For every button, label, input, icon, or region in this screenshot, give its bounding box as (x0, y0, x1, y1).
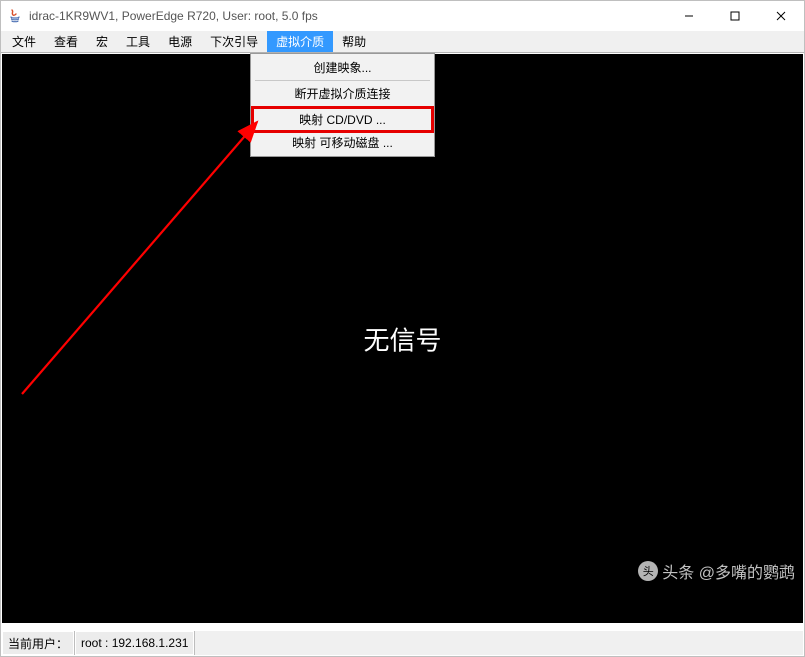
menu-view[interactable]: 查看 (45, 31, 87, 52)
close-button[interactable] (758, 1, 804, 31)
minimize-button[interactable] (666, 1, 712, 31)
virtual-media-dropdown: 创建映象... 断开虚拟介质连接 映射 CD/DVD ... 映射 可移动磁盘 … (250, 53, 435, 157)
no-signal-text: 无信号 (363, 320, 441, 357)
dropdown-disconnect-media[interactable]: 断开虚拟介质连接 (253, 82, 432, 105)
dropdown-separator (255, 80, 430, 81)
dropdown-create-image[interactable]: 创建映象... (253, 56, 432, 79)
titlebar: idrac-1KR9WV1, PowerEdge R720, User: roo… (1, 1, 804, 31)
watermark-text: 头条 @多嘴的鹦鹉 (662, 559, 795, 583)
menu-virtual-media[interactable]: 虚拟介质 (267, 31, 333, 52)
maximize-button[interactable] (712, 1, 758, 31)
menu-macro[interactable]: 宏 (87, 31, 117, 52)
menubar: 文件 查看 宏 工具 电源 下次引导 虚拟介质 帮助 (1, 31, 804, 53)
menu-tools[interactable]: 工具 (117, 31, 159, 52)
java-icon (7, 8, 23, 24)
statusbar: 当前用户： root : 192.168.1.231 (2, 631, 803, 655)
dropdown-map-cddvd[interactable]: 映射 CD/DVD ... (253, 108, 432, 131)
dropdown-map-removable[interactable]: 映射 可移动磁盘 ... (253, 131, 432, 154)
window-title: idrac-1KR9WV1, PowerEdge R720, User: roo… (29, 9, 666, 23)
watermark-icon: 头 (638, 561, 658, 581)
menu-power[interactable]: 电源 (159, 31, 201, 52)
menu-file[interactable]: 文件 (3, 31, 45, 52)
menu-help[interactable]: 帮助 (333, 31, 375, 52)
status-user-value: root : 192.168.1.231 (75, 631, 195, 655)
menu-next-boot[interactable]: 下次引导 (201, 31, 267, 52)
watermark: 头 头条 @多嘴的鹦鹉 (638, 559, 795, 583)
window-controls (666, 1, 804, 31)
status-user-label: 当前用户： (2, 631, 75, 655)
dropdown-separator (255, 106, 430, 107)
